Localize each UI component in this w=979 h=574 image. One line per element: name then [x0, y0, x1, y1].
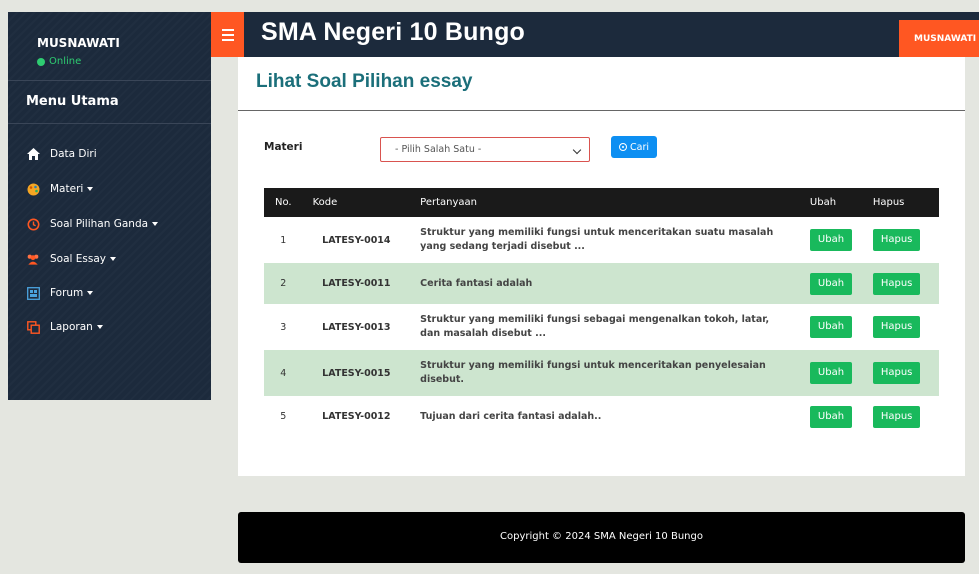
cell-pertanyaan: Struktur yang memiliki fungsi untuk menc… — [420, 227, 774, 252]
cell-no: 4 — [280, 367, 287, 379]
search-button[interactable]: Cari — [611, 136, 657, 158]
copy-icon — [26, 320, 40, 334]
edit-button[interactable]: Ubah — [809, 405, 853, 428]
caret-down-icon — [96, 325, 103, 329]
column-header-kode: Kode — [302, 188, 411, 217]
chevron-down-icon — [572, 145, 582, 155]
cell-hapus: Hapus — [863, 263, 939, 304]
sidebar-item-forum[interactable]: Forum — [8, 280, 211, 306]
delete-button[interactable]: Hapus — [872, 362, 921, 384]
cell-pertanyaan: Tujuan dari cerita fantasi adalah.. — [420, 410, 602, 422]
column-header-hapus: Hapus — [862, 188, 939, 217]
table-row: 2 LATESY-0011 Cerita fantasi adalah Ubah… — [264, 263, 939, 304]
user-status: Online — [37, 56, 81, 67]
delete-button[interactable]: Hapus — [872, 405, 921, 428]
target-icon — [619, 143, 627, 151]
cell-no: 3 — [280, 321, 287, 333]
sidebar-item-materi[interactable]: Materi — [8, 176, 211, 202]
cell-no: 5 — [280, 411, 287, 422]
cell-ubah: Ubah — [800, 350, 863, 396]
materi-select-value: - Pilih Salah Satu - — [395, 144, 482, 155]
sidebar-item-label: Forum — [50, 287, 84, 299]
table-header-row: No. Kode Pertanyaan Ubah Hapus — [264, 188, 939, 217]
cell-kode: LATESY-0012 — [322, 411, 391, 422]
cell-kode: LATESY-0013 — [322, 321, 391, 333]
cell-pertanyaan: Struktur yang memiliki fungsi untuk menc… — [420, 360, 766, 385]
delete-button[interactable]: Hapus — [872, 229, 921, 251]
caret-down-icon — [152, 222, 159, 226]
top-navbar: SMA Negeri 10 Bungo MUSNAWATI ⌄ — [211, 12, 979, 57]
content-card: Lihat Soal Pilihan essay Materi - Pilih … — [238, 57, 965, 476]
online-status-icon — [37, 57, 45, 66]
sidebar-item-label: Data Diri — [50, 148, 97, 160]
sidebar-item-label: Soal Pilihan Ganda — [50, 218, 149, 230]
clock-icon — [26, 217, 40, 231]
column-header-no: No. — [264, 188, 303, 217]
user-status-label: Online — [49, 56, 82, 67]
edit-button[interactable]: Ubah — [809, 362, 853, 384]
sidebar-item-label: Materi — [50, 183, 84, 195]
column-header-pertanyaan: Pertanyaan — [410, 188, 800, 217]
footer-copyright: Copyright © 2024 SMA Negeri 10 Bungo — [500, 531, 703, 542]
caret-down-icon — [87, 291, 94, 295]
edit-button[interactable]: Ubah — [809, 272, 853, 295]
caret-down-icon — [110, 257, 117, 261]
cell-ubah: Ubah — [800, 304, 863, 350]
menu-title: Menu Utama — [26, 94, 119, 109]
cell-ubah: Ubah — [800, 396, 863, 437]
cell-hapus: Hapus — [863, 304, 939, 350]
forum-icon — [26, 286, 40, 300]
sidebar-item-label: Soal Essay — [50, 253, 107, 265]
table-row: 3 LATESY-0013 Struktur yang memiliki fun… — [264, 304, 939, 350]
materi-select[interactable]: - Pilih Salah Satu - — [380, 137, 590, 162]
table-row: 5 LATESY-0012 Tujuan dari cerita fantasi… — [264, 396, 939, 437]
delete-button[interactable]: Hapus — [872, 316, 921, 338]
cell-ubah: Ubah — [800, 217, 863, 263]
sidebar-item-laporan[interactable]: Laporan — [8, 314, 211, 340]
questions-table: No. Kode Pertanyaan Ubah Hapus 1 LATESY-… — [264, 188, 939, 437]
page-title: Lihat Soal Pilihan essay — [256, 71, 473, 92]
cell-kode: LATESY-0011 — [322, 278, 391, 289]
delete-button[interactable]: Hapus — [872, 272, 921, 295]
cell-hapus: Hapus — [863, 350, 939, 396]
user-menu-dropdown[interactable]: MUSNAWATI ⌄ — [899, 20, 979, 57]
table-row: 4 LATESY-0015 Struktur yang memiliki fun… — [264, 350, 939, 396]
cell-kode: LATESY-0015 — [322, 367, 391, 379]
user-menu-label: MUSNAWATI — [914, 33, 977, 44]
sidebar-item-soal-pilihan-ganda[interactable]: Soal Pilihan Ganda — [8, 211, 211, 237]
edit-button[interactable]: Ubah — [809, 316, 853, 338]
home-icon — [26, 147, 40, 161]
palette-icon — [26, 182, 40, 196]
cell-pertanyaan: Cerita fantasi adalah — [420, 277, 533, 289]
search-button-label: Cari — [630, 141, 649, 153]
sidebar-item-label: Laporan — [50, 321, 93, 333]
column-header-ubah: Ubah — [799, 188, 863, 217]
menu-header: Menu Utama — [8, 80, 211, 124]
hamburger-menu-icon[interactable] — [211, 12, 244, 57]
edit-button[interactable]: Ubah — [809, 229, 853, 251]
footer: Copyright © 2024 SMA Negeri 10 Bungo — [238, 512, 965, 563]
site-title: SMA Negeri 10 Bungo — [261, 18, 526, 46]
cell-no: 1 — [280, 234, 287, 246]
cell-hapus: Hapus — [863, 217, 939, 263]
materi-label: Materi — [264, 141, 303, 153]
sidebar-item-data-diri[interactable]: Data Diri — [8, 141, 211, 167]
user-panel: MUSNAWATI Online — [8, 12, 211, 78]
cell-kode: LATESY-0014 — [322, 234, 391, 246]
title-divider — [238, 110, 965, 111]
caret-down-icon — [87, 187, 94, 191]
cell-no: 2 — [280, 278, 287, 289]
cell-pertanyaan: Struktur yang memiliki fungsi sebagai me… — [420, 314, 770, 339]
sidebar-item-soal-essay[interactable]: Soal Essay — [8, 246, 211, 272]
table-row: 1 LATESY-0014 Struktur yang memiliki fun… — [264, 217, 939, 263]
user-name: MUSNAWATI — [37, 36, 120, 50]
cell-ubah: Ubah — [800, 263, 863, 304]
cell-hapus: Hapus — [863, 396, 939, 437]
sidebar: MUSNAWATI Online Menu Utama Data Diri Ma… — [8, 12, 211, 400]
users-icon — [26, 252, 40, 266]
